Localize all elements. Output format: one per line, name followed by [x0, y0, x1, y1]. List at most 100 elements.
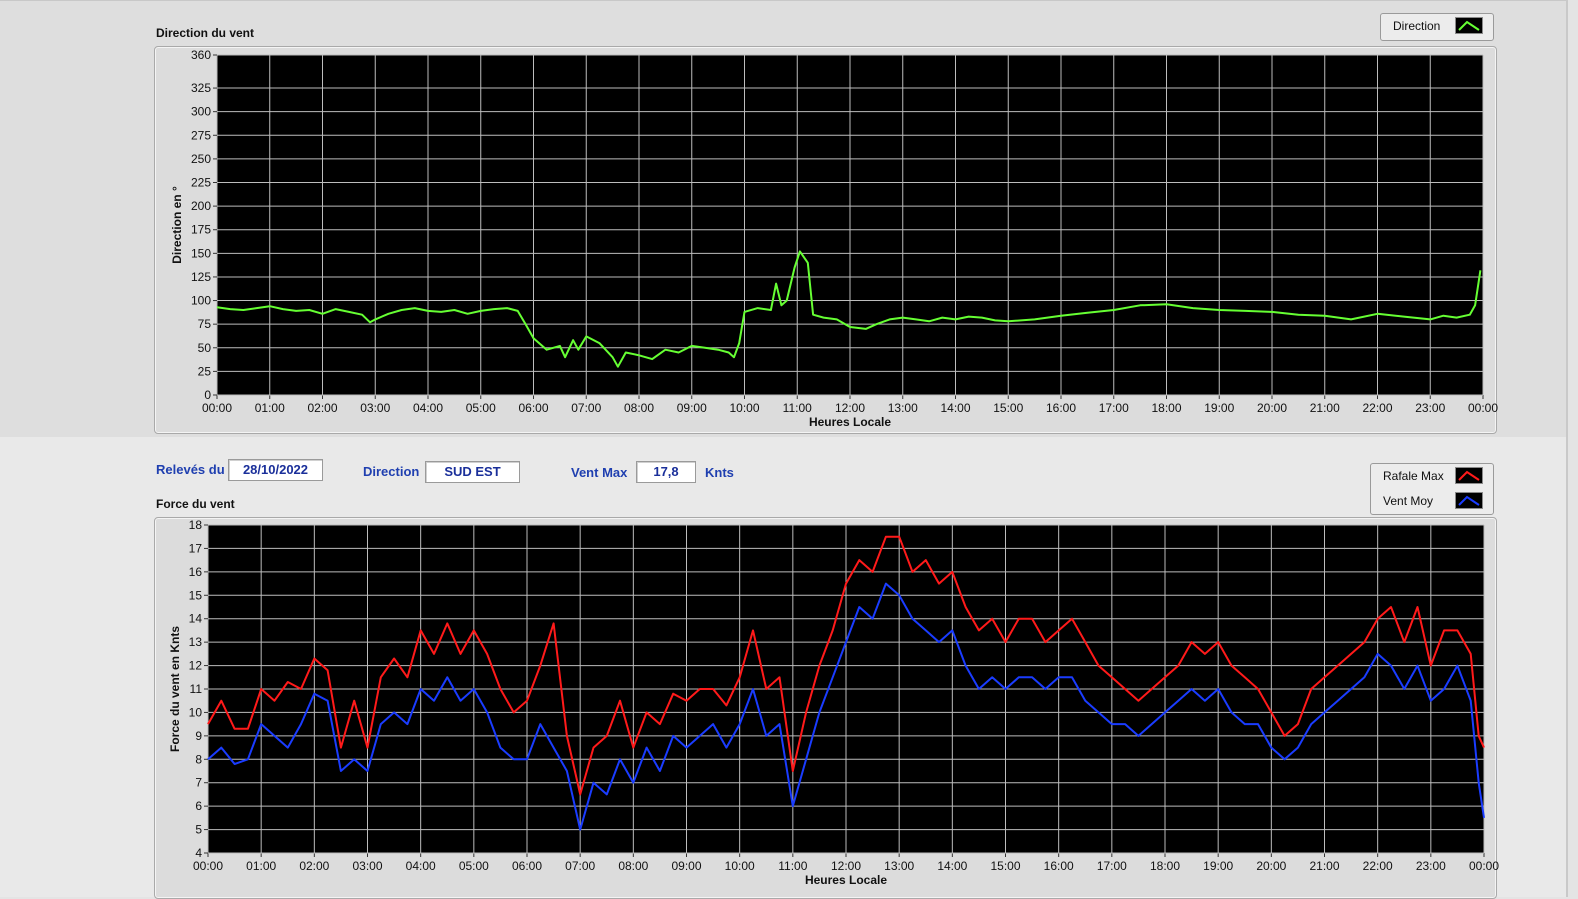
x-tick-label: 01:00 — [246, 859, 276, 873]
y-tick-label: 250 — [191, 152, 211, 166]
x-tick-label: 17:00 — [1097, 859, 1127, 873]
x-tick-label: 04:00 — [413, 401, 443, 415]
x-tick-label: 06:00 — [518, 401, 548, 415]
y-tick-label: 18 — [189, 518, 203, 532]
x-tick-label: 23:00 — [1415, 401, 1445, 415]
x-tick-label: 19:00 — [1204, 401, 1234, 415]
x-tick-label: 10:00 — [725, 859, 755, 873]
x-tick-label: 01:00 — [255, 401, 285, 415]
releves-date-field[interactable]: 28/10/2022 — [228, 459, 323, 481]
x-tick-label: 18:00 — [1150, 859, 1180, 873]
releves-label: Relevés du — [156, 462, 225, 477]
y-tick-label: 150 — [191, 246, 211, 260]
x-tick-label: 20:00 — [1257, 401, 1287, 415]
y-axis-label: Force du vent en Knts — [168, 626, 182, 752]
x-tick-label: 21:00 — [1309, 859, 1339, 873]
ventmax-unit: Knts — [705, 465, 734, 480]
x-tick-label: 07:00 — [571, 401, 601, 415]
force-panel-title: Force du vent — [156, 497, 235, 511]
line-swatch-icon — [1455, 492, 1483, 509]
x-tick-label: 14:00 — [937, 859, 967, 873]
legend-label-rafale: Rafale Max — [1383, 469, 1444, 483]
x-tick-label: 00:00 — [1469, 859, 1499, 873]
x-tick-label: 13:00 — [884, 859, 914, 873]
y-tick-label: 5 — [195, 823, 202, 837]
x-tick-label: 00:00 — [193, 859, 223, 873]
force-legend: Rafale Max Vent Moy — [1370, 463, 1494, 515]
direction-legend: Direction — [1380, 13, 1494, 41]
x-tick-label: 21:00 — [1310, 401, 1340, 415]
ventmax-label: Vent Max — [571, 465, 628, 480]
legend-label-moy: Vent Moy — [1383, 494, 1434, 508]
y-tick-label: 360 — [191, 48, 211, 62]
direction-chart: 00:00 01:00 02:00 03:00 04:00 05:00 06:00 07:00… — [170, 48, 1498, 429]
y-tick-label: 6 — [195, 799, 202, 813]
x-tick-label: 17:00 — [1099, 401, 1129, 415]
x-tick-label: 07:00 — [565, 859, 595, 873]
x-tick-label: 15:00 — [990, 859, 1020, 873]
line-swatch-icon — [1455, 467, 1483, 484]
x-tick-label: 12:00 — [835, 401, 865, 415]
y-tick-label: 11 — [190, 682, 203, 696]
x-tick-label: 04:00 — [406, 859, 436, 873]
x-axis-label: Heures Locale — [805, 873, 887, 887]
x-tick-label: 22:00 — [1362, 401, 1392, 415]
x-tick-label: 16:00 — [1046, 401, 1076, 415]
y-tick-label: 125 — [191, 270, 211, 284]
y-tick-label: 12 — [189, 659, 203, 673]
y-tick-label: 50 — [198, 341, 212, 355]
y-tick-label: 75 — [198, 317, 212, 331]
y-tick-label: 4 — [195, 846, 202, 860]
y-tick-label: 10 — [189, 705, 203, 719]
x-tick-label: 02:00 — [307, 401, 337, 415]
x-tick-label: 11:00 — [778, 859, 807, 873]
x-tick-label: 02:00 — [299, 859, 329, 873]
line-swatch-icon — [1455, 17, 1483, 34]
x-tick-label: 15:00 — [993, 401, 1023, 415]
y-tick-label: 300 — [191, 105, 211, 119]
y-tick-label: 15 — [189, 588, 203, 602]
y-tick-label: 200 — [191, 199, 211, 213]
ventmax-field[interactable]: 17,8 — [636, 461, 696, 483]
x-tick-label: 08:00 — [624, 401, 654, 415]
x-tick-label: 06:00 — [512, 859, 542, 873]
x-tick-label: 16:00 — [1044, 859, 1074, 873]
y-tick-label: 17 — [189, 541, 203, 555]
y-tick-label: 13 — [189, 635, 203, 649]
legend-item-moy: Vent Moy — [1371, 489, 1493, 513]
direction-field[interactable]: SUD EST — [425, 461, 520, 483]
legend-item-direction: Direction — [1381, 14, 1493, 38]
x-tick-label: 14:00 — [940, 401, 970, 415]
x-tick-label: 12:00 — [831, 859, 861, 873]
y-tick-label: 8 — [195, 752, 202, 766]
x-tick-label: 09:00 — [671, 859, 701, 873]
x-tick-label: 20:00 — [1256, 859, 1286, 873]
x-tick-label: 00:00 — [1468, 401, 1498, 415]
x-tick-label: 11:00 — [783, 401, 812, 415]
x-tick-label: 09:00 — [677, 401, 707, 415]
direction-label: Direction — [363, 464, 420, 479]
y-tick-label: 0 — [204, 388, 211, 402]
y-tick-label: 100 — [191, 294, 211, 308]
x-tick-label: 05:00 — [459, 859, 489, 873]
x-tick-label: 00:00 — [202, 401, 232, 415]
x-tick-label: 22:00 — [1363, 859, 1393, 873]
legend-label-direction: Direction — [1393, 19, 1441, 33]
legend-item-rafale: Rafale Max — [1371, 464, 1493, 488]
y-tick-label: 7 — [195, 776, 202, 790]
x-axis-label: Heures Locale — [809, 415, 891, 429]
x-tick-label: 19:00 — [1203, 859, 1233, 873]
x-tick-label: 10:00 — [729, 401, 759, 415]
x-tick-label: 23:00 — [1416, 859, 1446, 873]
y-tick-label: 225 — [191, 176, 211, 190]
y-tick-label: 16 — [189, 565, 203, 579]
window-edge — [1566, 0, 1568, 897]
force-chart: 00:00 01:00 02:00 03:00 04:00 05:00 06:00 07:00… — [168, 518, 1499, 887]
y-tick-label: 14 — [189, 612, 203, 626]
y-tick-label: 9 — [195, 729, 202, 743]
x-tick-label: 18:00 — [1151, 401, 1181, 415]
y-tick-label: 175 — [191, 223, 211, 237]
x-tick-label: 08:00 — [618, 859, 648, 873]
y-axis-label: Direction en ° — [170, 186, 184, 264]
x-tick-label: 05:00 — [466, 401, 496, 415]
